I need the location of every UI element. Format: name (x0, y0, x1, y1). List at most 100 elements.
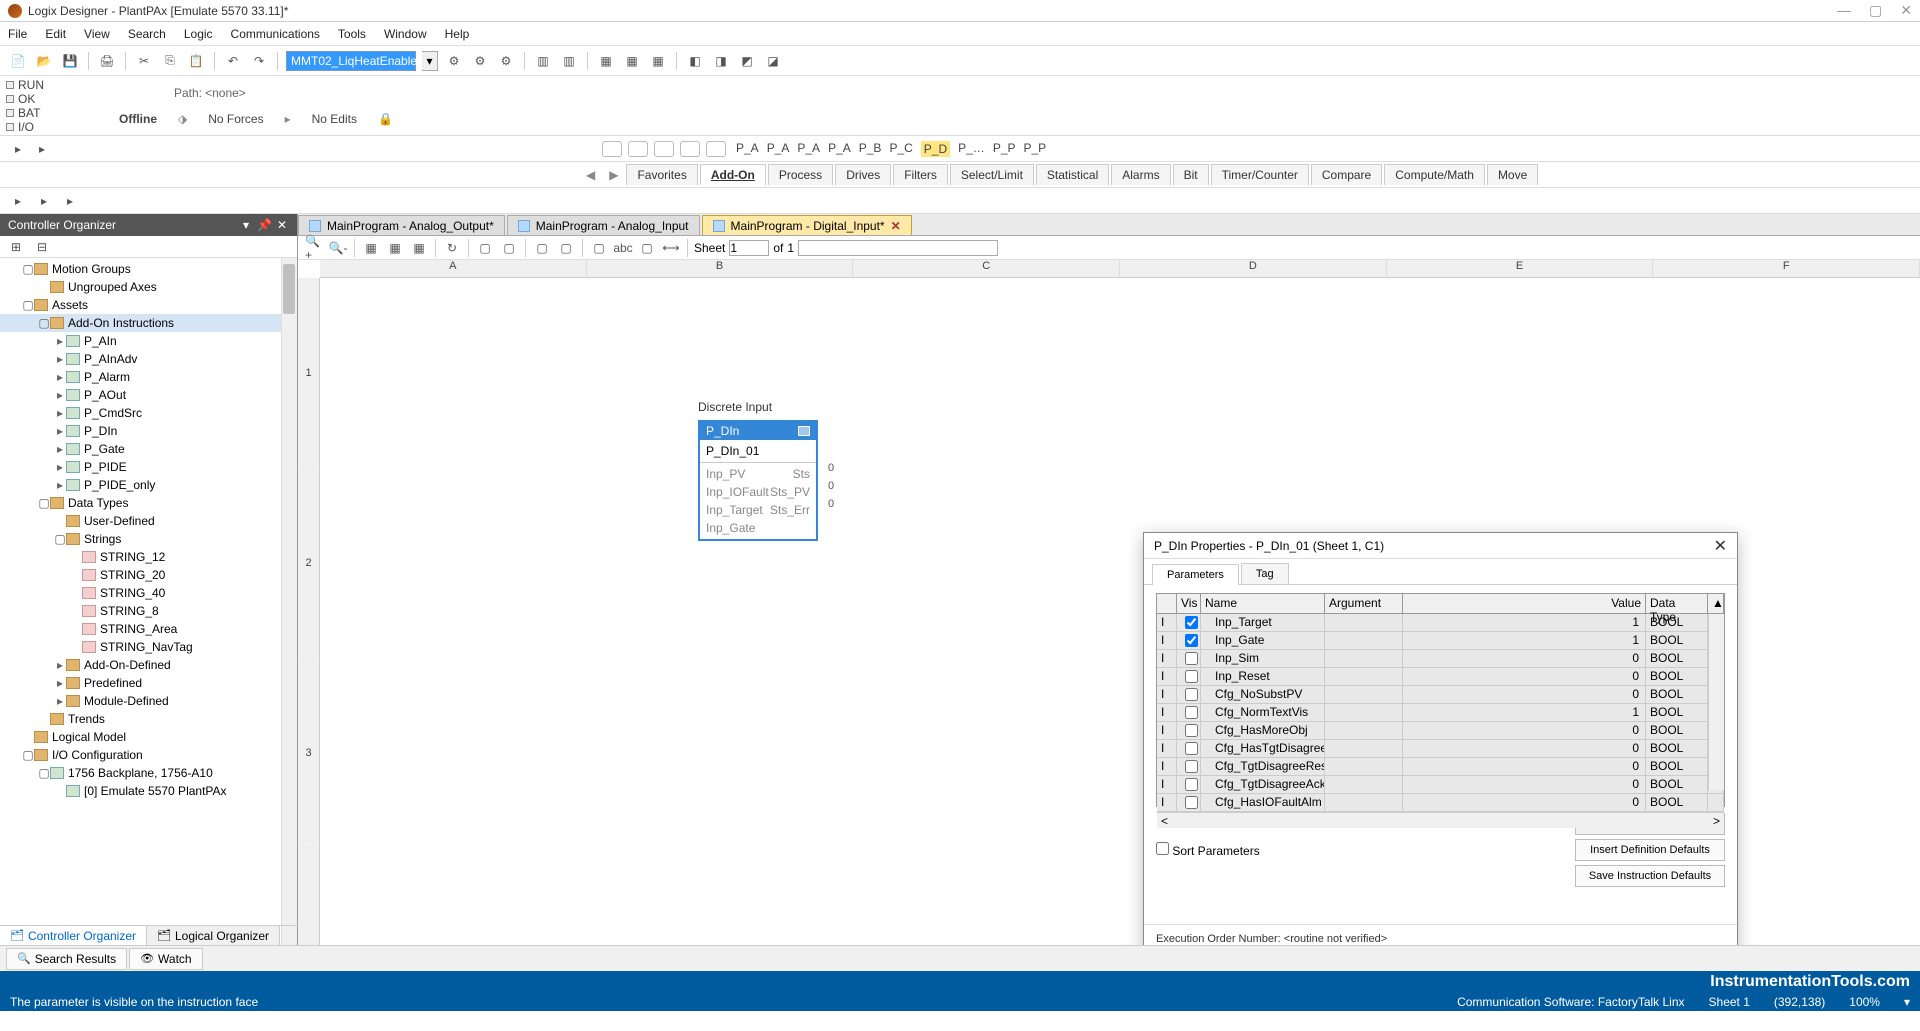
tree-item[interactable]: ▸P_Gate (0, 440, 297, 458)
column-header[interactable]: A (320, 260, 587, 277)
vis-checkbox[interactable] (1185, 634, 1198, 647)
vis-checkbox[interactable] (1185, 778, 1198, 791)
organizer-tree[interactable]: ▢Motion Groups Ungrouped Axes▢Assets▢Add… (0, 258, 297, 945)
vis-checkbox[interactable] (1185, 652, 1198, 665)
et-12[interactable]: ⟷ (661, 238, 681, 258)
sheet-desc-input[interactable] (798, 240, 998, 256)
shape-1[interactable] (602, 141, 622, 157)
shape-2[interactable] (628, 141, 648, 157)
edit-tool-1[interactable]: ▸ (8, 191, 28, 211)
tool-b[interactable]: ⚙ (470, 51, 490, 71)
undo-icon[interactable]: ↶ (223, 51, 243, 71)
column-header[interactable]: F (1653, 260, 1920, 277)
tree-scrollbar[interactable] (281, 258, 297, 945)
cat-tab-select[interactable]: Select/Limit (950, 164, 1034, 185)
tree-item[interactable]: ▸P_AIn (0, 332, 297, 350)
menu-edit[interactable]: Edit (45, 27, 66, 41)
row-header[interactable]: 3 (298, 658, 319, 848)
tree-item[interactable]: STRING_12 (0, 548, 297, 566)
parameter-row[interactable]: I Inp_Gate1BOOL (1157, 632, 1724, 650)
cat-tab-compute[interactable]: Compute/Math (1384, 164, 1485, 185)
save-instruction-defaults-button[interactable]: Save Instruction Defaults (1575, 865, 1725, 887)
cat-tool-1[interactable]: ▸ (8, 139, 28, 159)
parameter-row[interactable]: I Inp_Sim0BOOL (1157, 650, 1724, 668)
tree-item[interactable]: STRING_8 (0, 602, 297, 620)
cat-tab-bit[interactable]: Bit (1173, 164, 1209, 185)
cat-tab-stat[interactable]: Statistical (1036, 164, 1109, 185)
org-pin-icon[interactable]: 📌 (257, 218, 271, 232)
watch-tab[interactable]: 👁 Watch (129, 948, 203, 970)
function-block[interactable]: P_DIn P_DIn_01 Inp_PVStsInp_IOFaultSts_P… (698, 420, 818, 541)
menu-tools[interactable]: Tools (338, 27, 366, 41)
column-header[interactable]: B (587, 260, 854, 277)
cat-tab-process[interactable]: Process (768, 164, 833, 185)
column-header[interactable]: E (1387, 260, 1654, 277)
tree-item[interactable]: ▢I/O Configuration (0, 746, 297, 764)
vis-checkbox[interactable] (1185, 796, 1198, 809)
cat-tab-drives[interactable]: Drives (835, 164, 891, 185)
tree-item[interactable]: ▸Predefined (0, 674, 297, 692)
vis-checkbox[interactable] (1185, 688, 1198, 701)
tree-item[interactable]: ▸P_CmdSrc (0, 404, 297, 422)
tool-f[interactable]: ▦ (596, 51, 616, 71)
org-tool-1[interactable]: ⊞ (6, 237, 26, 257)
org-tab-logical[interactable]: 🗂 Logical Organizer (147, 926, 280, 945)
parameter-row[interactable]: I Cfg_TgtDisagreeAck...0BOOL (1157, 776, 1724, 794)
tree-item[interactable]: User-Defined (0, 512, 297, 530)
tool-e[interactable]: ▥ (559, 51, 579, 71)
tree-item[interactable]: ▢Strings (0, 530, 297, 548)
cat-tab-move[interactable]: Move (1487, 164, 1538, 185)
cat-tab-favorites[interactable]: Favorites (626, 164, 697, 185)
cat-tab-alarms[interactable]: Alarms (1111, 164, 1170, 185)
cat-tab-addon[interactable]: Add-On (700, 164, 766, 185)
tree-item[interactable]: ▸P_PIDE_only (0, 476, 297, 494)
org-tool-2[interactable]: ⊟ (32, 237, 52, 257)
et-10[interactable]: abc (613, 238, 633, 258)
vis-checkbox[interactable] (1185, 760, 1198, 773)
vis-checkbox[interactable] (1185, 724, 1198, 737)
et-9[interactable]: ▢ (589, 238, 609, 258)
et-3[interactable]: ▦ (409, 238, 429, 258)
parameter-row[interactable]: I Cfg_TgtDisagreeRes...0BOOL (1157, 758, 1724, 776)
insert-definition-defaults-button[interactable]: Insert Definition Defaults (1575, 839, 1725, 861)
maximize-button[interactable]: ▢ (1869, 2, 1882, 19)
et-6[interactable]: ▢ (499, 238, 519, 258)
parameter-row[interactable]: I Inp_Target1BOOL (1157, 614, 1724, 632)
edit-tool-3[interactable]: ▸ (60, 191, 80, 211)
cut-icon[interactable]: ✂ (134, 51, 154, 71)
et-8[interactable]: ▢ (556, 238, 576, 258)
et-2[interactable]: ▦ (385, 238, 405, 258)
vis-checkbox[interactable] (1185, 616, 1198, 629)
shape-5[interactable] (706, 141, 726, 157)
sheet-number-input[interactable] (729, 240, 769, 256)
et-5[interactable]: ▢ (475, 238, 495, 258)
tree-item[interactable]: ▸P_Alarm (0, 368, 297, 386)
column-header[interactable]: C (853, 260, 1120, 277)
shape-4[interactable] (680, 141, 700, 157)
et-4[interactable]: ↻ (442, 238, 462, 258)
edit-tool-2[interactable]: ▸ (34, 191, 54, 211)
tree-item[interactable]: STRING_Area (0, 620, 297, 638)
tree-item[interactable]: ▸P_DIn (0, 422, 297, 440)
edits-status[interactable]: No Edits (305, 109, 364, 129)
tree-item[interactable]: ▢Add-On Instructions (0, 314, 297, 332)
parameter-row[interactable]: I Cfg_NormTextVis1BOOL (1157, 704, 1724, 722)
tag-selector[interactable]: MMT02_LiqHeatEnable (286, 51, 416, 71)
forces-status[interactable]: No Forces (201, 109, 270, 129)
zoom-in-icon[interactable]: 🔍+ (304, 238, 324, 258)
tool-j[interactable]: ◨ (711, 51, 731, 71)
parameter-row[interactable]: I Cfg_HasIOFaultAlm0BOOL (1157, 794, 1724, 812)
redo-icon[interactable]: ↷ (249, 51, 269, 71)
paste-icon[interactable]: 📋 (186, 51, 206, 71)
tree-item[interactable]: ▸P_AOut (0, 386, 297, 404)
cat-nav-left[interactable]: ◀ (580, 168, 601, 182)
tool-l[interactable]: ◪ (763, 51, 783, 71)
cat-tab-timer[interactable]: Timer/Counter (1211, 164, 1309, 185)
tab-close-icon[interactable]: ✕ (891, 219, 901, 233)
close-button[interactable]: ✕ (1900, 2, 1912, 19)
fblock-props-icon[interactable] (798, 426, 810, 436)
menu-search[interactable]: Search (128, 27, 166, 41)
fblock-pin[interactable]: Inp_PVSts (706, 465, 810, 483)
row-header[interactable]: 1 (298, 278, 319, 468)
parameter-grid[interactable]: Vis Name Argument Value Data Type ▲ I In… (1156, 593, 1725, 807)
